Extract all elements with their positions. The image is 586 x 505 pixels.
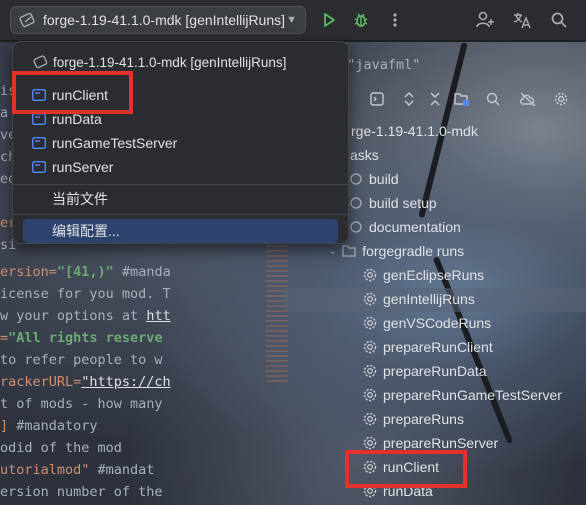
folder-gear-icon [342, 245, 356, 257]
debug-icon[interactable] [350, 9, 372, 31]
run-config-combo[interactable]: forge-1.19-41.1.0-mdk [genIntellijRuns] … [10, 6, 306, 34]
code-line: odid of the mod [0, 440, 122, 456]
folder-gear-icon [350, 173, 362, 185]
run-config-icon [19, 12, 35, 28]
popup-item-current-file[interactable]: 当前文件 [23, 187, 338, 211]
code-line: ] #mandatory [0, 418, 98, 434]
popup-header: forge-1.19-41.1.0-mdk [genIntellijRuns] [33, 52, 286, 72]
main-toolbar: forge-1.19-41.1.0-mdk [genIntellijRuns] … [0, 0, 586, 41]
code-line: to refer people to w [0, 352, 163, 368]
gear-icon [363, 316, 377, 330]
tree-root[interactable]: rge-1.19-41.1.0-mdk [351, 119, 478, 143]
tree-task[interactable]: genIntellijRuns [362, 287, 475, 311]
tree-task[interactable]: prepareRunData [362, 359, 487, 383]
gear-icon [363, 436, 377, 450]
tree-item-documentation[interactable]: documentation [348, 215, 461, 239]
popup-separator [13, 214, 348, 215]
run-config-icon [33, 55, 48, 69]
code-line: utorialmod" #mandat [0, 462, 155, 478]
gear-icon [363, 340, 377, 354]
layout-icon[interactable] [366, 88, 388, 110]
gear-icon [363, 412, 377, 426]
gear-icon [363, 292, 377, 306]
config-icon [32, 137, 46, 149]
tree-task[interactable]: genVSCodeRuns [362, 311, 491, 335]
analyze-dependencies-icon[interactable] [482, 88, 504, 110]
offline-mode-icon[interactable] [517, 88, 539, 110]
settings-icon[interactable] [550, 88, 572, 110]
annotation-highlight-popup-runclient [12, 71, 133, 114]
code-line: rackerURL="https://ch [0, 374, 171, 390]
popup-item-edit-configurations[interactable]: 编辑配置... [23, 219, 338, 243]
code-line: a [0, 105, 9, 121]
group-modules-icon[interactable] [451, 88, 473, 110]
code-line: ersion number of the [0, 484, 163, 500]
gear-icon [363, 388, 377, 402]
more-vert-icon[interactable] [384, 9, 406, 31]
collapse-all-icon[interactable] [424, 88, 446, 110]
code-line: w your options at htt [0, 308, 171, 324]
tree-task[interactable]: genEclipseRuns [362, 263, 484, 287]
translate-icon[interactable] [511, 9, 533, 31]
tree-item-build-setup[interactable]: build setup [348, 191, 437, 215]
folder-gear-icon [350, 197, 362, 209]
folder-gear-icon [350, 221, 362, 233]
run-icon[interactable] [318, 9, 340, 31]
code-line: icense for you mod. T [0, 286, 171, 302]
code-line: ersion="[41,)" #manda [0, 264, 171, 280]
tree-tasks[interactable]: asks [350, 143, 379, 167]
annotation-highlight-tree-runclient [345, 450, 467, 488]
code-line: t of mods - how many [0, 396, 163, 412]
expand-all-icon[interactable] [398, 88, 420, 110]
popup-item-runserver[interactable]: runServer [23, 155, 338, 179]
popup-separator [13, 184, 348, 185]
tree-task[interactable]: prepareRuns [362, 407, 464, 431]
tree-item-build[interactable]: build [348, 167, 399, 191]
add-user-icon[interactable] [474, 9, 496, 31]
tree-task[interactable]: prepareRunClient [362, 335, 493, 359]
tree-item-forgegradle-runs[interactable]: ⌄ forgegradle runs [328, 239, 464, 263]
config-icon [32, 161, 46, 173]
search-icon[interactable] [548, 9, 570, 31]
run-config-label: forge-1.19-41.1.0-mdk [genIntellijRuns] [43, 12, 286, 28]
chevron-down-icon: ▼ [286, 14, 297, 26]
gear-icon [363, 268, 377, 282]
gear-icon [363, 364, 377, 378]
config-icon [32, 113, 46, 125]
popup-item-rungametestserver[interactable]: runGameTestServer [23, 131, 338, 155]
code-line: ="All rights reserve [0, 330, 163, 346]
tree-task[interactable]: prepareRunGameTestServer [362, 383, 562, 407]
